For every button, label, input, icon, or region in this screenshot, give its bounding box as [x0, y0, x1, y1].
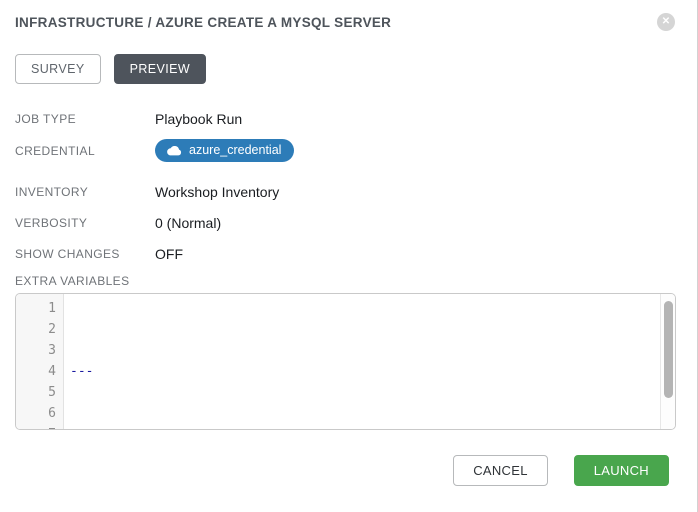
code-line: --- — [70, 361, 675, 382]
field-label: SHOW CHANGES — [0, 247, 155, 261]
line-number-gutter: 1 2 3 4 5 6 7 — [16, 294, 64, 429]
dialog-title: INFRASTRUCTURE / AZURE CREATE A MYSQL SE… — [15, 15, 391, 30]
line-number: 2 — [16, 319, 56, 340]
field-row: SHOW CHANGES OFF OFF — [0, 243, 697, 265]
field-row: VERBOSITY 0 (Normal) 0 (Normal) — [0, 212, 697, 234]
field-value: OFF — [155, 246, 183, 262]
launch-preview-dialog: INFRASTRUCTURE / AZURE CREATE A MYSQL SE… — [0, 0, 698, 512]
field-label: VERBOSITY — [0, 216, 155, 230]
field-list: JOB TYPE Playbook Run Playbook Run CREDE… — [0, 108, 697, 265]
line-number: 7 — [16, 424, 56, 430]
field-row: INVENTORY Workshop Inventory Workshop In… — [0, 181, 697, 203]
yaml-key: --- — [70, 364, 93, 379]
cancel-button[interactable]: CANCEL — [453, 455, 548, 486]
tab-preview[interactable]: PREVIEW — [114, 54, 206, 84]
cloud-icon — [166, 145, 182, 156]
editor-scrollbar-thumb[interactable] — [664, 301, 673, 398]
extra-variables-label: EXTRA VARIABLES — [0, 274, 697, 288]
field-label: CREDENTIAL — [0, 144, 155, 158]
field-row: JOB TYPE Playbook Run Playbook Run — [0, 108, 697, 130]
field-value: 0 (Normal) — [155, 215, 221, 231]
extra-variables-editor[interactable]: 1 2 3 4 5 6 7 --- resource_group: testrg… — [15, 293, 676, 430]
dialog-header: INFRASTRUCTURE / AZURE CREATE A MYSQL SE… — [0, 0, 697, 32]
field-label: JOB TYPE — [0, 112, 155, 126]
close-icon: ✕ — [662, 17, 670, 27]
yaml-code-area[interactable]: --- resource_group: testrg40 location: e… — [64, 294, 675, 429]
line-number: 5 — [16, 382, 56, 403]
field-row: CREDENTIAL azure_credential azure_creden… — [0, 139, 697, 162]
launch-button[interactable]: LAUNCH — [574, 455, 669, 486]
dialog-footer: CANCEL LAUNCH — [453, 455, 669, 486]
credential-badge-label: azure_credential — [189, 143, 281, 157]
line-number: 6 — [16, 403, 56, 424]
credential-badge: azure_credential — [155, 139, 294, 162]
close-button[interactable]: ✕ — [657, 13, 675, 31]
line-number: 3 — [16, 340, 56, 361]
line-number: 4 — [16, 361, 56, 382]
field-value: Playbook Run — [155, 111, 242, 127]
tab-survey[interactable]: SURVEY — [15, 54, 101, 84]
field-value: Workshop Inventory — [155, 184, 279, 200]
line-number: 1 — [16, 298, 56, 319]
field-label: INVENTORY — [0, 185, 155, 199]
editor-scrollbar-track[interactable] — [660, 294, 675, 429]
tab-bar: SURVEY PREVIEW — [15, 54, 682, 84]
